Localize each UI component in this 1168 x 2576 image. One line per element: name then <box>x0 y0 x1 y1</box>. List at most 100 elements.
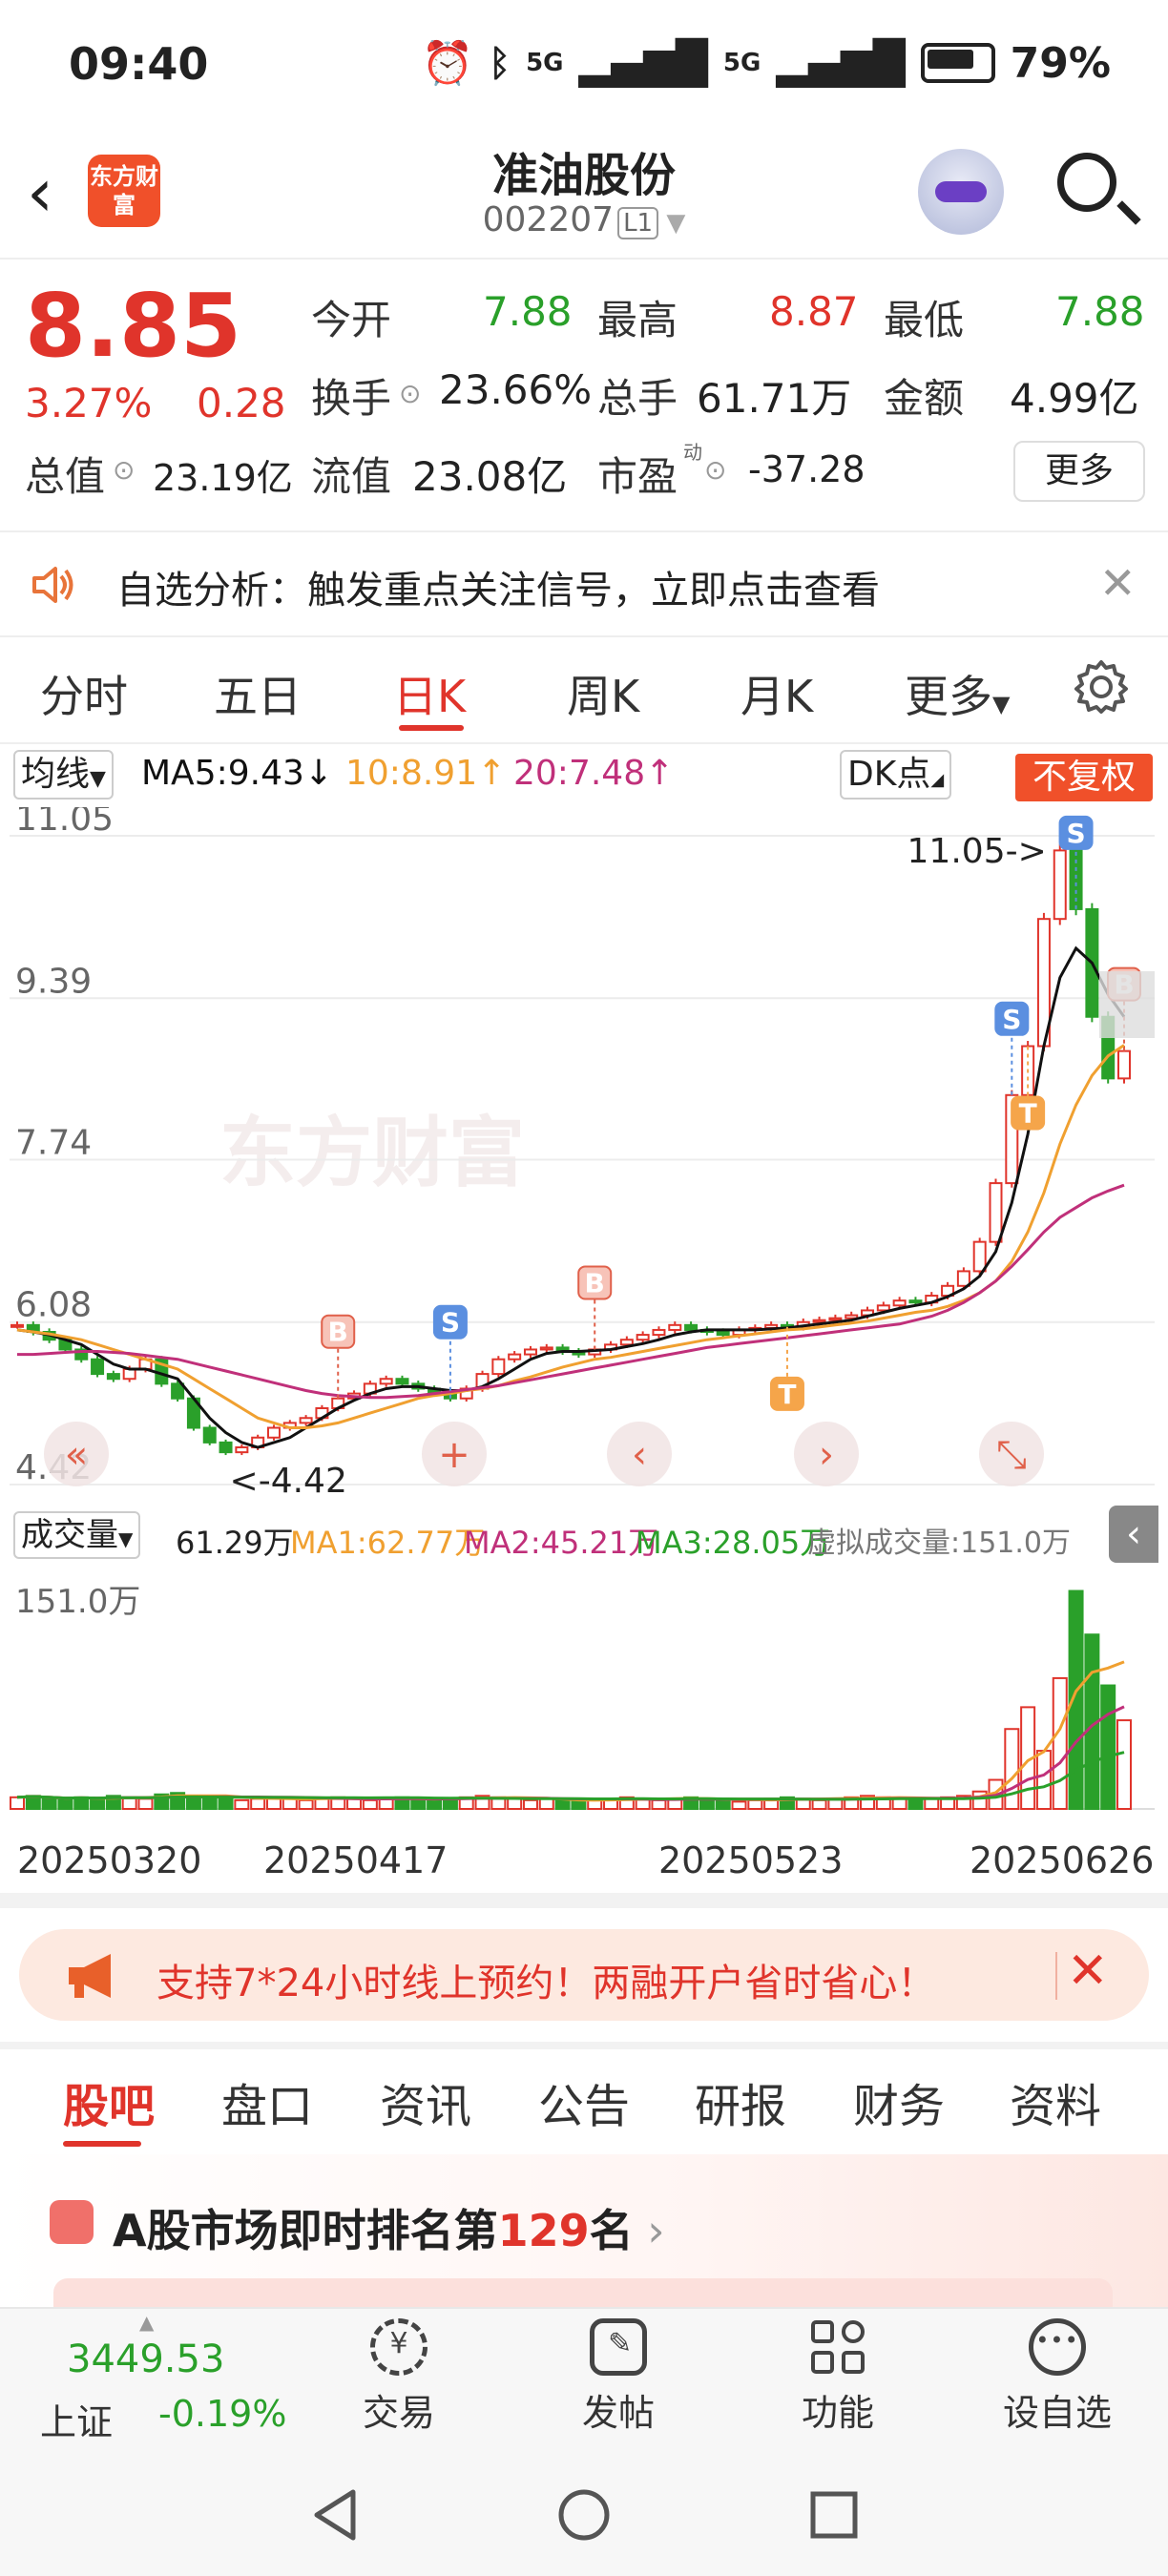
signal-bars-icon: ▂▄▆█ <box>578 38 708 88</box>
open-label: 今开 <box>311 297 392 343</box>
analysis-notice[interactable]: 自选分析：触发重点关注信号，立即点击查看 ✕ <box>0 530 1168 637</box>
close-icon[interactable]: ✕ <box>1067 1942 1109 2000</box>
rank-card[interactable]: A股市场即时排名第129名 › <box>0 2154 1168 2307</box>
y-tick-label: 7.74 <box>15 1123 92 1162</box>
signal-5g-2: 5G <box>722 49 761 77</box>
gear-icon[interactable] <box>1073 658 1130 716</box>
tab-monthly-k[interactable]: 月K <box>740 662 813 725</box>
arrow-down-icon: ↓ <box>303 754 334 793</box>
battery-icon <box>920 43 995 83</box>
status-bar: 09:40 ⏰ ᛒ 5G ▂▄▆█ 5G ▂▄▆█ 79% <box>0 0 1168 134</box>
more-button[interactable]: 更多 <box>1013 441 1145 502</box>
info-icon-2[interactable]: ⊙ <box>113 454 135 486</box>
nav-trade[interactable]: ¥ 交易 <box>323 2318 475 2436</box>
chart-control-icon: ⤡ <box>996 1433 1027 1477</box>
info-icon-3[interactable]: ⊙ <box>704 454 726 486</box>
nav-functions[interactable]: 功能 <box>761 2318 914 2436</box>
volume-ma-line-2 <box>16 1705 1125 1801</box>
header-divider <box>0 258 1168 260</box>
nav-add-watchlist[interactable]: ••• 设自选 <box>981 2318 1134 2436</box>
search-icon[interactable] <box>1057 153 1116 212</box>
tab-guba[interactable]: 股吧 <box>63 2068 155 2135</box>
volume-bar <box>1004 1728 1020 1810</box>
tab-daily-k[interactable]: 日K <box>393 662 466 725</box>
tab-news[interactable]: 资讯 <box>380 2068 471 2135</box>
candle-body <box>395 1378 409 1385</box>
ma5-value: MA5:9.43↓ <box>141 754 333 793</box>
rank-prefix: A股市场即时排名第 <box>113 2205 498 2256</box>
index-ticker[interactable]: ▲ 3449.53 上证 -0.19% <box>34 2309 286 2452</box>
date-axis: 20250320 20250417 20250523 20250626 <box>0 1839 1168 1887</box>
candle-body <box>219 1441 233 1454</box>
app-header: ‹ 东方财富 准油股份 002207 L1 ▼ <box>0 134 1168 258</box>
min-price-label: <-4.42 <box>230 1462 347 1501</box>
candle-body <box>908 1299 923 1304</box>
candle-body <box>668 1323 682 1331</box>
info-icon[interactable]: ⊙ <box>399 378 421 409</box>
tab-pankou[interactable]: 盘口 <box>221 2068 313 2135</box>
assistant-robot-icon[interactable] <box>918 149 1004 235</box>
candle-body <box>989 1182 1003 1243</box>
candle-body <box>266 1426 281 1439</box>
candle-body <box>972 1240 987 1273</box>
float-label: 流值 <box>311 453 392 500</box>
collapse-arrow-icon[interactable]: ‹ <box>1109 1506 1158 1563</box>
volume-selector[interactable]: 成交量▼ <box>13 1511 141 1559</box>
home-circle-icon[interactable] <box>557 2488 611 2542</box>
volume-value: 61.71万 <box>697 375 852 422</box>
caret-down-icon: ▼ <box>90 767 106 791</box>
tab-weekly-k[interactable]: 周K <box>567 662 639 725</box>
volume-bar <box>1052 1676 1068 1810</box>
volume-bar <box>41 1797 57 1811</box>
date-label: 20250417 <box>263 1839 448 1881</box>
candle-body <box>619 1339 634 1346</box>
tab-more[interactable]: 更多▼ <box>905 662 1010 725</box>
volume-bar <box>907 1798 924 1811</box>
adjust-toggle[interactable]: 不复权 <box>1015 754 1153 801</box>
vol-value: 61.29万 <box>176 1525 294 1561</box>
nav-trade-label: 交易 <box>362 2392 435 2434</box>
tab-intraday[interactable]: 分时 <box>40 662 128 725</box>
volume-bar <box>427 1798 443 1811</box>
status-time: 09:40 <box>69 38 209 90</box>
ma5-label: MA5:9.43 <box>141 754 304 793</box>
ma20-label: 20:7.48 <box>513 754 646 793</box>
volume-bar <box>731 1800 747 1811</box>
volume-bar <box>234 1798 250 1811</box>
pe-value: -37.28 <box>748 448 866 490</box>
volume-bar <box>201 1796 218 1811</box>
kline-chart[interactable]: 东方财富 11.059.397.746.084.42BSBSSBTT11.05-… <box>10 807 1155 1502</box>
turnover-value: 23.66% <box>439 366 593 413</box>
open-value: 7.88 <box>483 288 573 335</box>
tab-5day[interactable]: 五日 <box>214 662 302 725</box>
nav-post[interactable]: ✎ 发帖 <box>542 2318 695 2436</box>
volume-legend-row: 成交量▼ 61.29万 MA1:62.77万 MA2:45.21万 MA3:28… <box>0 1506 1168 1567</box>
promo-banner[interactable]: 支持7*24小时线上预约！两融开户省时省心！ ✕ <box>19 1929 1149 2021</box>
rank-suffix: 名 <box>589 2205 634 2256</box>
yen-exchange-icon: ¥ <box>370 2318 428 2376</box>
volume-bar <box>924 1797 940 1811</box>
volume-chart[interactable]: 151.0万 <box>10 1570 1155 1818</box>
tab-research[interactable]: 研报 <box>695 2068 786 2135</box>
chevron-right-icon: › <box>633 2205 665 2256</box>
tab-finance[interactable]: 财务 <box>853 2068 945 2135</box>
rank-number: 129 <box>497 2205 590 2256</box>
tab-more-label: 更多 <box>905 671 992 722</box>
kline-tabs: 分时 五日 日K 周K 月K 更多▼ <box>0 637 1168 744</box>
ma-selector[interactable]: 均线▼ <box>13 750 114 800</box>
virtual-volume: 虚拟成交量:151.0万 <box>807 1527 1071 1560</box>
back-triangle-icon[interactable] <box>311 2488 359 2542</box>
date-label: 20250320 <box>17 1839 202 1881</box>
volume-bar <box>1035 1750 1052 1810</box>
recents-square-icon[interactable] <box>809 2490 859 2540</box>
volume-bar <box>1116 1719 1132 1810</box>
y-tick-label: 9.39 <box>15 962 92 1001</box>
dk-selector[interactable]: DK点◢ <box>840 750 952 800</box>
volume-bar <box>314 1797 330 1811</box>
tab-announcements[interactable]: 公告 <box>538 2068 630 2135</box>
mktcap-value: 23.19亿 <box>153 457 293 499</box>
signal-label: S <box>1002 1004 1021 1035</box>
close-icon[interactable]: ✕ <box>1099 557 1137 609</box>
tab-profile[interactable]: 资料 <box>1010 2068 1101 2135</box>
y-tick-label: 6.08 <box>15 1286 92 1325</box>
